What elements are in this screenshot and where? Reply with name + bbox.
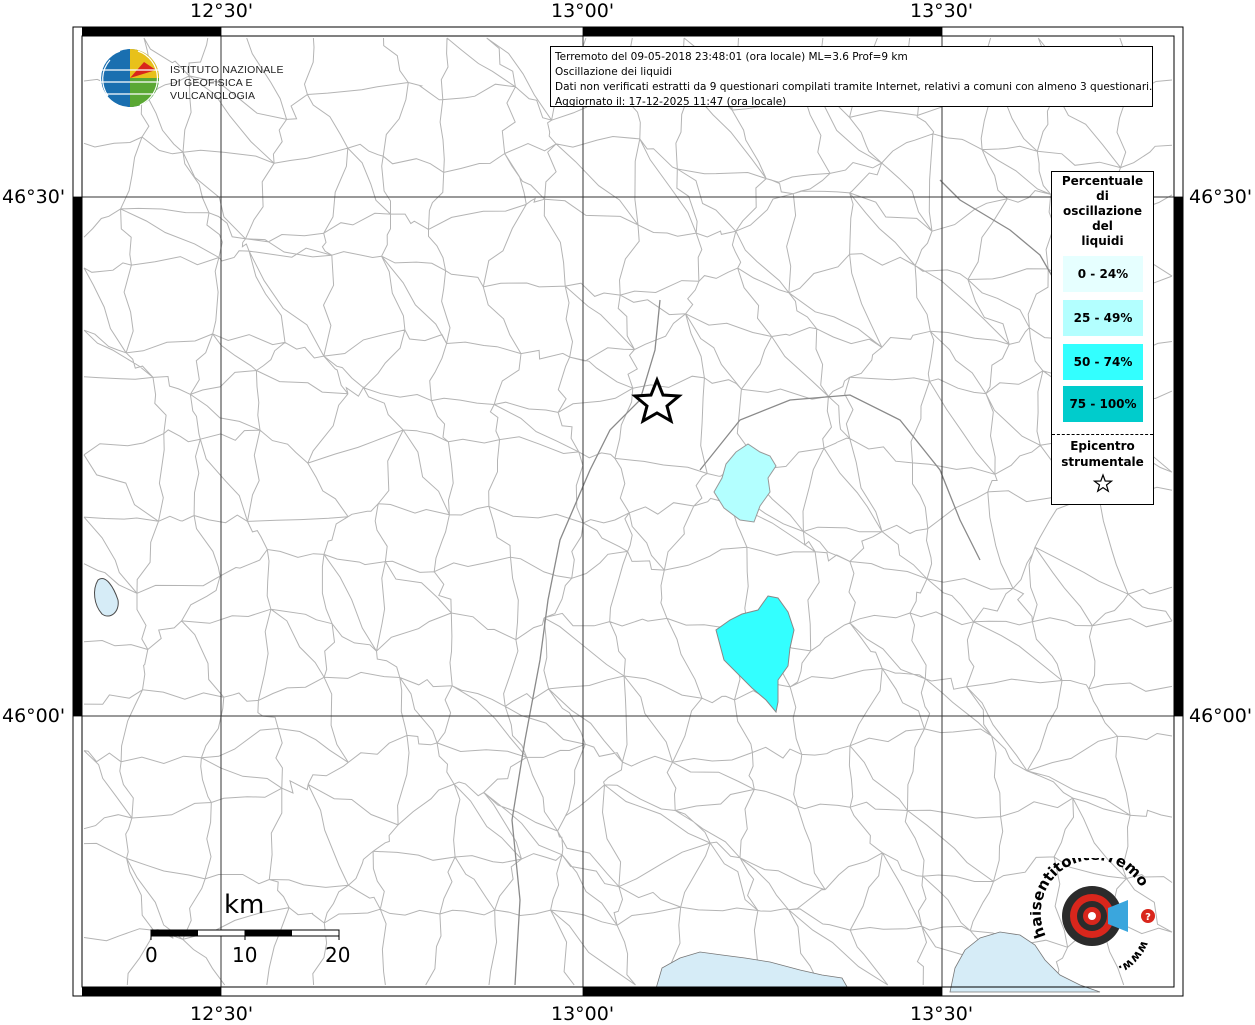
haisentitoilterremoto-logo: haisentitoilterremoto.it www. ? bbox=[1025, 844, 1160, 978]
legend: Percentuale di oscillazione del liquidi … bbox=[1051, 171, 1154, 505]
lat-label-left-1: 46°30' bbox=[2, 186, 66, 208]
ingv-logo: ISTITUTO NAZIONALE DI GEOFISICA E VULCAN… bbox=[99, 48, 320, 110]
lon-label-top-3: 13°30' bbox=[910, 0, 974, 22]
lagoon-sea bbox=[654, 951, 851, 993]
felt-area-50-74 bbox=[715, 595, 795, 714]
lon-label-top-1: 12°30' bbox=[190, 0, 254, 22]
legend-class-50-74: 50 - 74% bbox=[1063, 344, 1143, 380]
scale-tick-20: 20 bbox=[325, 943, 351, 967]
lat-label-right-2: 46°00' bbox=[1189, 705, 1253, 727]
legend-title-line: liquidi bbox=[1081, 234, 1124, 248]
municipal-boundaries bbox=[83, 37, 1173, 986]
lat-label-right-1: 46°30' bbox=[1189, 186, 1253, 208]
updated-timestamp: Aggiornato il: 17-12-2025 11:47 (ora loc… bbox=[555, 96, 787, 108]
legend-title-line: del bbox=[1092, 219, 1113, 233]
brand-url-prefix: www. bbox=[1116, 939, 1152, 977]
lon-label-bottom-3: 13°30' bbox=[910, 1003, 974, 1025]
legend-separator bbox=[1052, 434, 1153, 435]
data-disclaimer: Dati non verificati estratti da 9 questi… bbox=[555, 81, 1153, 93]
scale-tick-0: 0 bbox=[145, 943, 158, 967]
lat-label-left-2: 46°00' bbox=[2, 705, 66, 727]
scale-unit: km bbox=[224, 890, 265, 920]
globe-logo-icon bbox=[99, 49, 159, 107]
legend-title-line: Percentuale bbox=[1061, 174, 1144, 188]
star-outline-icon bbox=[1092, 473, 1113, 493]
legend-class-0-24: 0 - 24% bbox=[1063, 256, 1143, 292]
institute-name-line2: DI GEOFISICA E VULCANOLOGIA bbox=[170, 77, 256, 102]
lon-label-bottom-1: 12°30' bbox=[190, 1003, 254, 1025]
svg-text:?: ? bbox=[1145, 912, 1151, 923]
lon-label-top-2: 13°00' bbox=[551, 0, 615, 22]
scale-bar: km 0 10 20 bbox=[140, 890, 370, 970]
event-info-box: Terremoto del 09-05-2018 23:48:01 (ora l… bbox=[550, 46, 1153, 108]
legend-class-75-100: 75 - 100% bbox=[1063, 386, 1143, 422]
institute-name-line1: ISTITUTO NAZIONALE bbox=[170, 64, 284, 76]
legend-epicenter-line2: strumentale bbox=[1061, 455, 1144, 469]
legend-title-line: di bbox=[1096, 189, 1109, 203]
scale-tick-10: 10 bbox=[232, 943, 258, 967]
legend-class-25-49: 25 - 49% bbox=[1063, 300, 1143, 336]
legend-title: Percentuale di oscillazione del liquidi bbox=[1052, 174, 1153, 249]
lake bbox=[94, 578, 119, 617]
lon-label-bottom-2: 13°00' bbox=[551, 1003, 615, 1025]
legend-epicenter: Epicentro strumentale bbox=[1052, 438, 1153, 499]
felt-area-25-49 bbox=[713, 443, 777, 523]
legend-title-line: oscillazione bbox=[1063, 204, 1142, 218]
event-title: Terremoto del 09-05-2018 23:48:01 (ora l… bbox=[555, 51, 908, 63]
boundary-lines bbox=[83, 37, 1173, 986]
map-subject: Oscillazione dei liquidi bbox=[555, 66, 673, 78]
target-logo-icon: haisentitoilterremoto.it www. ? bbox=[1025, 844, 1155, 977]
legend-epicenter-line1: Epicentro bbox=[1070, 439, 1135, 453]
regional-boundary-lines bbox=[511, 179, 1111, 986]
